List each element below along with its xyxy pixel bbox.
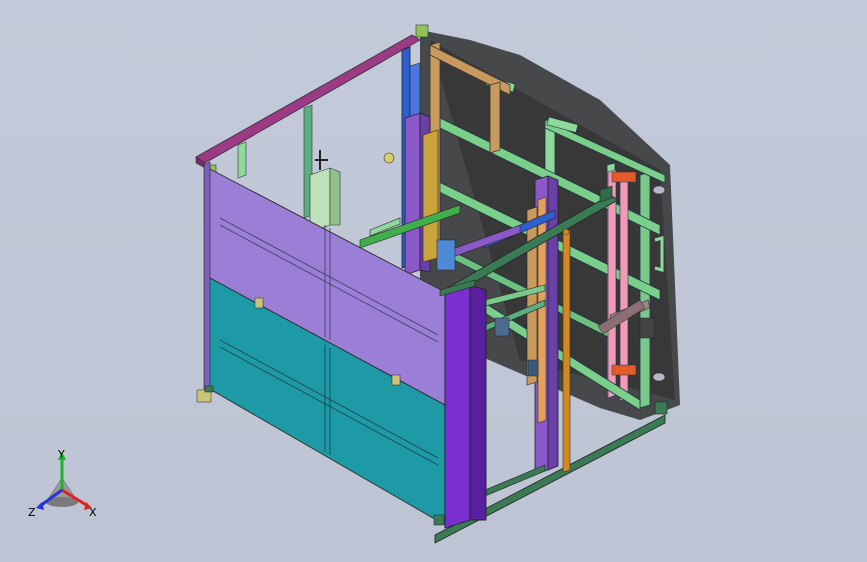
front-right-post[interactable] <box>439 279 487 529</box>
cad-model-view[interactable] <box>0 0 867 562</box>
triad-y-label: Y <box>57 450 65 461</box>
triad-z-label: Z <box>28 506 36 519</box>
graphics-viewport[interactable]: Y X Z <box>0 0 867 562</box>
coordinate-triad: Y X Z <box>28 450 97 519</box>
left-actuator[interactable] <box>309 150 395 233</box>
orange-rod[interactable] <box>562 228 571 473</box>
triad-x-label: X <box>89 506 97 519</box>
